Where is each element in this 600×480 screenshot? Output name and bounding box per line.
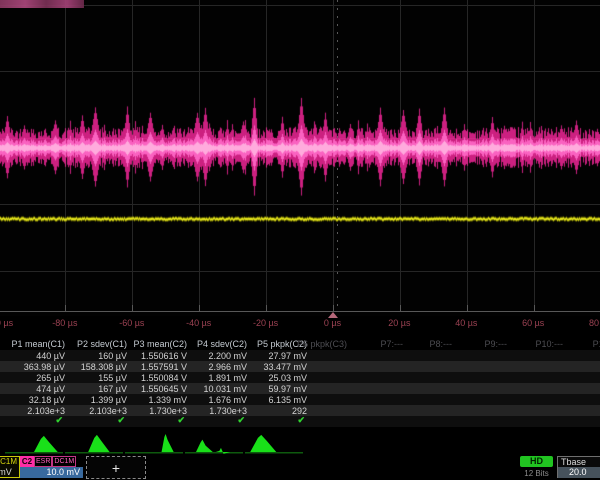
measure-value: 1.550645 V [141,384,187,394]
histicon-p2[interactable] [65,431,123,455]
measure-header-row: P1 mean(C1) P2 sdev(C1) P3 mean(C2) P4 sdev… [0,338,600,350]
time-axis-label: 60 µs [522,318,544,328]
measure-value: 32.18 µV [29,395,65,405]
measure-value: 363.98 µV [24,362,65,372]
measure-header-9[interactable]: P9:--- [485,339,508,349]
time-axis-label: -100 µs [0,318,13,328]
measure-header-2[interactable]: P2 sdev(C1) [77,339,127,349]
axis-tick [467,305,468,311]
status-check-icon: ✔ [297,415,305,426]
timebase-value: 20.0 [558,467,600,478]
waveform-grid[interactable] [0,0,600,316]
hd-mode-badge[interactable]: HD [520,456,553,467]
measure-value: 440 µV [36,351,65,361]
time-axis-label: -40 µs [186,318,211,328]
measure-value: 1.676 mV [208,395,247,405]
axis-tick [199,305,200,311]
measure-row: 363.98 µV 158.308 µV 1.557591 V 2.966 mV 33.… [0,361,600,372]
c1-scale-value: 10.0 mV [0,467,19,478]
measure-value: 1.550084 V [141,373,187,383]
clipped-overlay-fragment [0,0,84,8]
measure-header-8[interactable]: P8:--- [430,339,453,349]
measure-value: 1.891 mV [208,373,247,383]
measure-value: 6.135 mV [268,395,307,405]
time-axis-label: -20 µs [253,318,278,328]
c2-scale-value: 10.0 mV [20,467,83,478]
measure-value: 25.03 mV [268,373,307,383]
time-axis-label: 0 µs [324,318,341,328]
measure-row: 440 µV 160 µV 1.550616 V 2.200 mV 27.97 mV [0,350,600,361]
c2-channel-tab[interactable]: C2 [20,456,34,467]
measure-value: 10.031 mV [203,384,247,394]
measure-row: 32.18 µV 1.399 µV 1.339 mV 1.676 mV 6.135 mV [0,394,600,405]
measure-value: 1.339 mV [148,395,187,405]
histicon-p1[interactable] [5,431,63,455]
measure-header-6[interactable]: P6 pkpk(C3) [297,339,347,349]
measure-value: 33.477 mV [263,362,307,372]
channel-c2-descriptor[interactable]: C2 ESR DC1M 10.0 mV [20,456,83,478]
measure-header-10[interactable]: P10:--- [535,339,563,349]
trigger-time-marker-icon[interactable] [328,312,338,318]
measurement-table: P1 mean(C1) P2 sdev(C1) P3 mean(C2) P4 sdev… [0,338,600,427]
hd-bits-label: 12 Bits [517,469,556,478]
time-axis-label: -80 µs [52,318,77,328]
waveform-traces[interactable] [0,0,600,316]
axis-tick [400,305,401,311]
measure-row: 265 µV 155 µV 1.550084 V 1.891 mV 25.03 mV [0,372,600,383]
measure-header-4[interactable]: P4 sdev(C2) [197,339,247,349]
measure-value: 265 µV [36,373,65,383]
axis-tick [266,305,267,311]
channel-c1-descriptor[interactable]: DC1M 10.0 mV [0,456,20,478]
histicon-p4[interactable] [185,431,243,455]
measure-value: 1.557591 V [141,362,187,372]
time-axis-label: -60 µs [119,318,144,328]
measure-value: 59.97 mV [268,384,307,394]
status-check-icon: ✔ [117,415,125,426]
c2-eres-badge: ESR [34,456,52,467]
histicon-p3[interactable] [125,431,183,455]
histicon-p5[interactable] [245,431,303,455]
descriptor-strip: DC1M 10.0 mV C2 ESR DC1M 10.0 mV + HD 12… [0,455,600,480]
measure-header-11[interactable]: P11 [593,339,600,349]
measure-status-row: ✔ ✔ ✔ ✔ ✔ [0,416,600,427]
timebase-descriptor[interactable]: Tbase 20.0 [557,456,600,478]
measure-value: 167 µV [98,384,127,394]
axis-tick [333,305,334,311]
time-axis-line [0,311,600,312]
measure-value: 160 µV [98,351,127,361]
measure-header-1[interactable]: P1 mean(C1) [11,339,65,349]
status-check-icon: ✔ [177,415,185,426]
measure-value: 155 µV [98,373,127,383]
measure-value: 27.97 mV [268,351,307,361]
axis-tick [132,305,133,311]
axis-tick [534,305,535,311]
measure-row: 474 µV 167 µV 1.550645 V 10.031 mV 59.97 mV [0,383,600,394]
measure-value: 1.550616 V [141,351,187,361]
measure-value: 474 µV [36,384,65,394]
c2-coupling-badge: DC1M [52,456,76,467]
status-check-icon: ✔ [237,415,245,426]
axis-tick [65,305,66,311]
oscilloscope-screen: -100 µs -80 µs -60 µs -40 µs -20 µs 0 µs 20 µs… [0,0,600,480]
measure-value: 158.308 µV [81,362,127,372]
timebase-label: Tbase [558,457,600,467]
add-trace-button[interactable]: + [86,456,146,479]
measure-value: 1.399 µV [91,395,127,405]
time-axis-label: 80 µs [589,318,600,328]
status-check-icon: ✔ [55,415,63,426]
measure-header-3[interactable]: P3 mean(C2) [133,339,187,349]
time-axis-label: 40 µs [455,318,477,328]
time-axis-label: 20 µs [388,318,410,328]
c1-coupling-label: DC1M [0,457,19,467]
measure-value: 2.200 mV [208,351,247,361]
measure-header-7[interactable]: P7:--- [381,339,404,349]
measure-value: 2.966 mV [208,362,247,372]
